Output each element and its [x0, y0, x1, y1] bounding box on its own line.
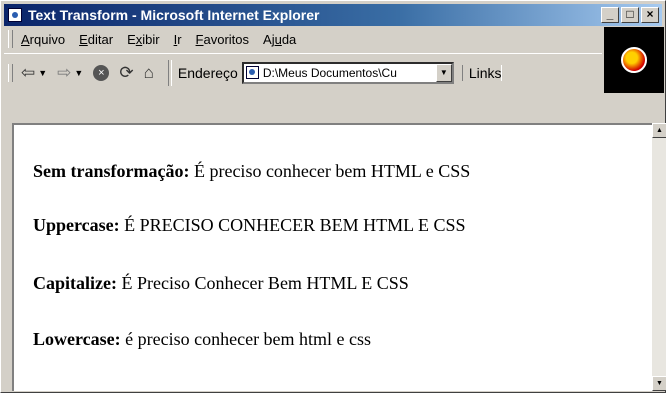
- maximize-button[interactable]: □: [621, 7, 639, 23]
- address-dropdown-button[interactable]: ▼: [435, 63, 452, 82]
- menu-exibir[interactable]: Exibir: [127, 32, 160, 47]
- scroll-up-button[interactable]: ▲: [652, 123, 666, 138]
- vertical-scrollbar[interactable]: ▲ ▼: [652, 123, 666, 391]
- window-title: Text Transform - Microsoft Internet Expl…: [28, 7, 320, 23]
- page-icon: [245, 66, 259, 79]
- title-bar[interactable]: Text Transform - Microsoft Internet Expl…: [4, 4, 662, 26]
- throbber: [604, 27, 664, 93]
- line-sem-transformacao: Sem transformação: É preciso conhecer be…: [33, 161, 471, 181]
- refresh-button[interactable]: ⟳: [119, 64, 133, 81]
- menu-arquivo[interactable]: Arquivo: [21, 32, 65, 47]
- refresh-icon: ⟳: [119, 63, 134, 82]
- address-value: D:\Meus Documentos\Cu: [262, 65, 397, 80]
- home-button[interactable]: ⌂: [144, 64, 154, 81]
- ie-app-icon[interactable]: [8, 8, 22, 22]
- standard-toolbar: ⇦ ▼ ⇨ ▼ × ⟳ ⌂ Endereço D:\Meus Documento…: [4, 53, 602, 91]
- toolbar-grip[interactable]: [8, 63, 13, 82]
- line-lowercase: Lowercase: é preciso conhecer bem html e…: [33, 329, 372, 349]
- close-button[interactable]: ×: [641, 7, 659, 23]
- forward-button[interactable]: ⇨ ▼: [57, 64, 83, 81]
- menu-ir[interactable]: Ir: [174, 32, 182, 47]
- line-capitalize: Capitalize: É Preciso Conhecer Bem HTML …: [33, 273, 409, 293]
- home-icon: ⌂: [143, 63, 154, 82]
- chrome-band: [4, 95, 664, 119]
- menu-grip[interactable]: [8, 30, 13, 48]
- line-uppercase: Uppercase: É PRECISO CONHECER BEM HTML E…: [33, 215, 466, 235]
- page-content: Sem transformação: É preciso conhecer be…: [12, 123, 652, 391]
- browser-logo-icon: [621, 47, 647, 73]
- address-label: Endereço: [177, 64, 238, 81]
- chevron-down-icon: ▼: [74, 67, 84, 78]
- browser-window: Text Transform - Microsoft Internet Expl…: [0, 0, 666, 393]
- toolbar-separator: [167, 59, 172, 86]
- forward-arrow-icon: ⇨: [57, 63, 72, 82]
- minimize-button[interactable]: _: [601, 7, 619, 23]
- menu-ajuda[interactable]: Ajuda: [263, 32, 296, 47]
- menu-editar[interactable]: Editar: [79, 32, 113, 47]
- scroll-down-button[interactable]: ▼: [652, 376, 666, 391]
- menu-bar: Arquivo Editar Exibir Ir Favoritos Ajuda: [4, 27, 602, 51]
- menu-favoritos[interactable]: Favoritos: [196, 32, 249, 47]
- links-button[interactable]: Links: [461, 64, 502, 81]
- address-input[interactable]: D:\Meus Documentos\Cu ▼: [241, 61, 454, 84]
- back-arrow-icon: ⇦: [21, 63, 36, 82]
- stop-icon: ×: [93, 64, 110, 81]
- back-button[interactable]: ⇦ ▼: [21, 64, 47, 81]
- stop-button[interactable]: ×: [93, 64, 110, 81]
- chevron-down-icon: ▼: [38, 67, 48, 78]
